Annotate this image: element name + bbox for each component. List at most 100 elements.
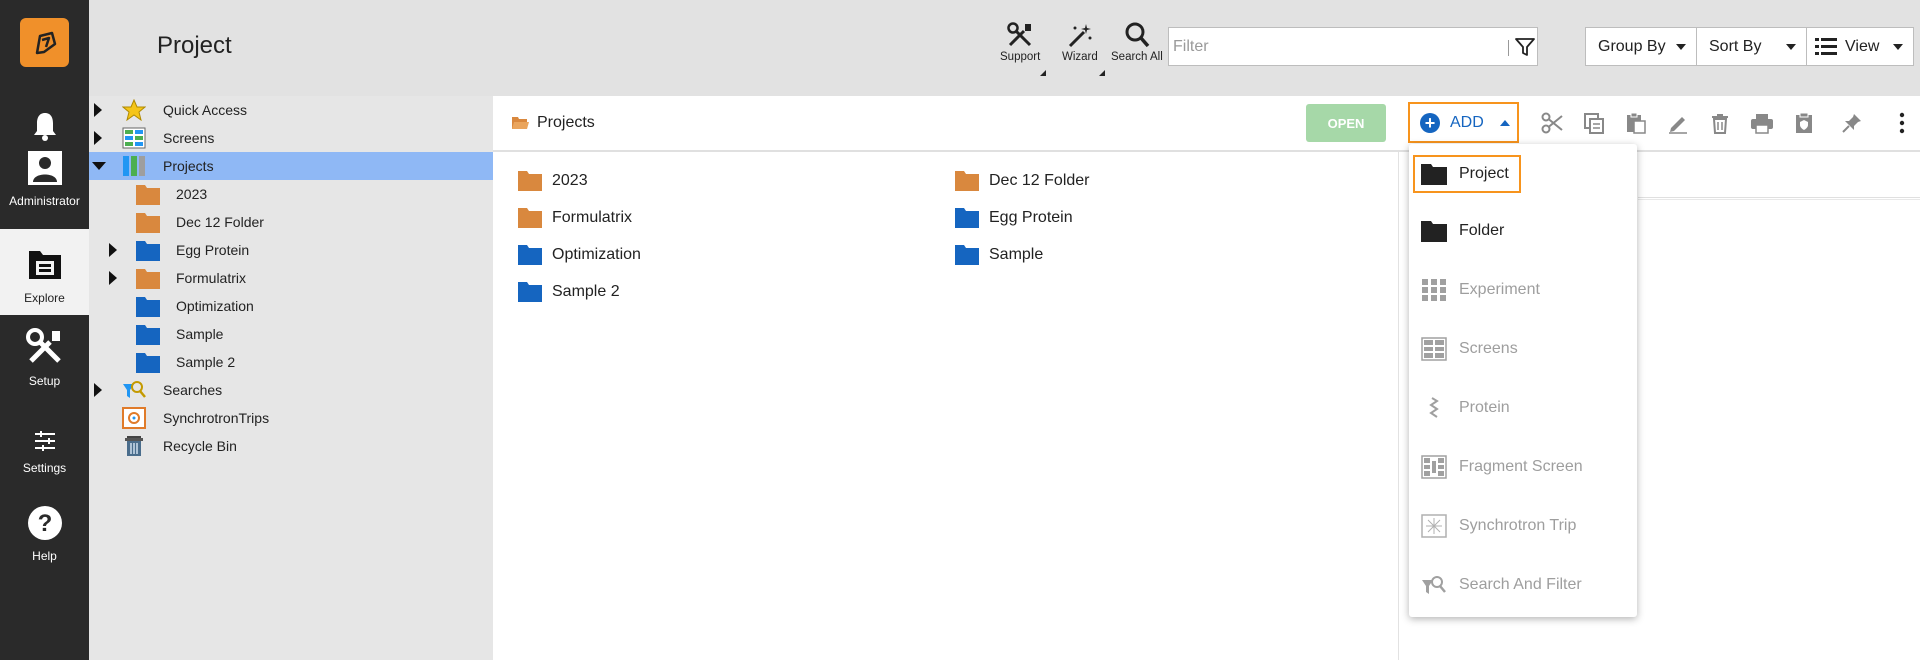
- open-button[interactable]: OPEN: [1306, 104, 1386, 142]
- tree-label: Recycle Bin: [163, 438, 237, 454]
- folder-item-egg-protein[interactable]: Egg Protein: [955, 207, 1073, 228]
- chevron-up-icon: [1499, 119, 1510, 126]
- wizard-label: Wizard: [1062, 51, 1098, 63]
- folder-blue-icon: [955, 245, 979, 265]
- support-button[interactable]: Support: [1000, 22, 1040, 63]
- tree-node-sample[interactable]: Sample: [89, 320, 493, 348]
- tree-node-synchrotron-trips[interactable]: SynchrotronTrips: [89, 404, 493, 432]
- paste-button[interactable]: [1623, 110, 1649, 136]
- breadcrumb: Projects: [511, 114, 595, 132]
- rail-label-setup: Setup: [28, 374, 61, 388]
- tree-node-projects[interactable]: Projects: [89, 152, 493, 180]
- filter-input[interactable]: [1173, 36, 1503, 58]
- folder-orange-icon: [955, 171, 979, 191]
- cut-button[interactable]: [1539, 110, 1565, 136]
- folder-item-label: Optimization: [552, 245, 641, 263]
- menu-item-protein[interactable]: Protein: [1413, 389, 1633, 427]
- menu-item-label: Project: [1459, 165, 1509, 182]
- rename-button[interactable]: [1665, 110, 1691, 136]
- tree-label: Dec 12 Folder: [176, 214, 264, 230]
- rail-help[interactable]: ? Help: [0, 493, 89, 573]
- add-dropdown-menu: Project Folder Experiment Screens Protei…: [1409, 144, 1637, 617]
- rail-setup[interactable]: Setup: [0, 318, 89, 398]
- tree-node-quick-access[interactable]: Quick Access: [89, 96, 493, 124]
- menu-item-project[interactable]: Project: [1413, 155, 1521, 193]
- expand-arrow-icon[interactable]: [94, 383, 102, 397]
- folder-black-icon: [1421, 221, 1447, 242]
- menu-item-search-and-filter[interactable]: Search And Filter: [1413, 566, 1633, 604]
- expand-arrow-icon[interactable]: [109, 271, 117, 285]
- group-by-dropdown[interactable]: Group By: [1585, 27, 1697, 66]
- tree-label: Sample 2: [176, 354, 236, 370]
- expand-arrow-icon[interactable]: [94, 103, 102, 117]
- chevron-down-icon: [1786, 43, 1796, 50]
- rail-settings[interactable]: Settings: [0, 405, 89, 485]
- menu-item-label: Search And Filter: [1459, 576, 1582, 593]
- folder-orange-icon: [518, 171, 542, 191]
- fragment-screen-icon: [1421, 455, 1447, 479]
- print-button[interactable]: [1749, 110, 1775, 136]
- folder-orange-icon: [136, 269, 160, 289]
- list-view-icon: [1815, 37, 1837, 55]
- tree-label: Projects: [163, 158, 214, 174]
- expand-arrow-icon[interactable]: [94, 131, 102, 145]
- sliders-icon: [34, 431, 55, 451]
- user-icon: [27, 151, 62, 185]
- collapse-arrow-icon[interactable]: [92, 162, 106, 170]
- tree-node-formulatrix[interactable]: Formulatrix: [89, 264, 493, 292]
- add-button[interactable]: + ADD: [1408, 102, 1519, 143]
- rail-administrator[interactable]: Administrator: [0, 138, 89, 218]
- view-dropdown[interactable]: View: [1806, 27, 1914, 66]
- group-by-label: Group By: [1598, 37, 1666, 55]
- menu-item-fragment-screen[interactable]: Fragment Screen: [1413, 448, 1633, 486]
- pin-button[interactable]: [1839, 110, 1865, 136]
- support-icon: [1007, 22, 1032, 47]
- tree-node-screens[interactable]: Screens: [89, 124, 493, 152]
- detail-header-line: [1638, 199, 1920, 200]
- folder-orange-icon: [518, 208, 542, 228]
- searches-icon: [123, 381, 146, 398]
- filter-button[interactable]: [1514, 36, 1536, 63]
- folder-item-label: Sample: [989, 245, 1044, 263]
- tree-node-2023[interactable]: 2023: [89, 180, 493, 208]
- cut-icon: [1541, 112, 1563, 134]
- wizard-button[interactable]: Wizard: [1062, 22, 1098, 63]
- more-options-button[interactable]: [1889, 110, 1915, 136]
- folder-item-dec-12-folder[interactable]: Dec 12 Folder: [955, 170, 1090, 191]
- left-rail: Administrator Explore Setup Settings ? H…: [0, 0, 89, 660]
- expand-arrow-icon[interactable]: [109, 243, 117, 257]
- tree-node-searches[interactable]: Searches: [89, 376, 493, 404]
- wizard-icon: [1068, 24, 1092, 48]
- folder-item-label: Sample 2: [552, 282, 620, 300]
- tree-node-optimization[interactable]: Optimization: [89, 292, 493, 320]
- security-button[interactable]: [1791, 110, 1817, 136]
- screens-icon: [1421, 337, 1447, 361]
- tree-node-egg-protein[interactable]: Egg Protein: [89, 236, 493, 264]
- folder-item-2023[interactable]: 2023: [518, 170, 588, 191]
- folder-black-icon: [1421, 164, 1447, 185]
- search-all-button[interactable]: Search All: [1111, 22, 1163, 63]
- app-logo[interactable]: [20, 18, 69, 67]
- view-label: View: [1845, 37, 1880, 55]
- menu-item-folder[interactable]: Folder: [1413, 212, 1633, 250]
- rail-explore[interactable]: Explore: [0, 229, 89, 315]
- folder-item-formulatrix[interactable]: Formulatrix: [518, 207, 632, 228]
- delete-button[interactable]: [1707, 110, 1733, 136]
- tree-node-dec-12-folder[interactable]: Dec 12 Folder: [89, 208, 493, 236]
- tree-node-recycle-bin[interactable]: Recycle Bin: [89, 432, 493, 460]
- menu-item-synchrotron-trip[interactable]: Synchrotron Trip: [1413, 507, 1633, 545]
- menu-item-experiment[interactable]: Experiment: [1413, 271, 1633, 309]
- folder-item-sample-2[interactable]: Sample 2: [518, 281, 620, 302]
- rail-label-explore: Explore: [24, 291, 65, 305]
- copy-button[interactable]: [1581, 110, 1607, 136]
- folder-item-optimization[interactable]: Optimization: [518, 244, 641, 265]
- tree-label: Searches: [163, 382, 223, 398]
- tree-label: Egg Protein: [176, 242, 250, 258]
- filter-box: [1168, 27, 1538, 66]
- add-label: ADD: [1450, 113, 1484, 131]
- menu-item-screens[interactable]: Screens: [1413, 330, 1633, 368]
- sort-by-dropdown[interactable]: Sort By: [1696, 27, 1807, 66]
- search-all-label: Search All: [1111, 51, 1163, 63]
- folder-item-sample[interactable]: Sample: [955, 244, 1043, 265]
- tree-node-sample-2[interactable]: Sample 2: [89, 348, 493, 376]
